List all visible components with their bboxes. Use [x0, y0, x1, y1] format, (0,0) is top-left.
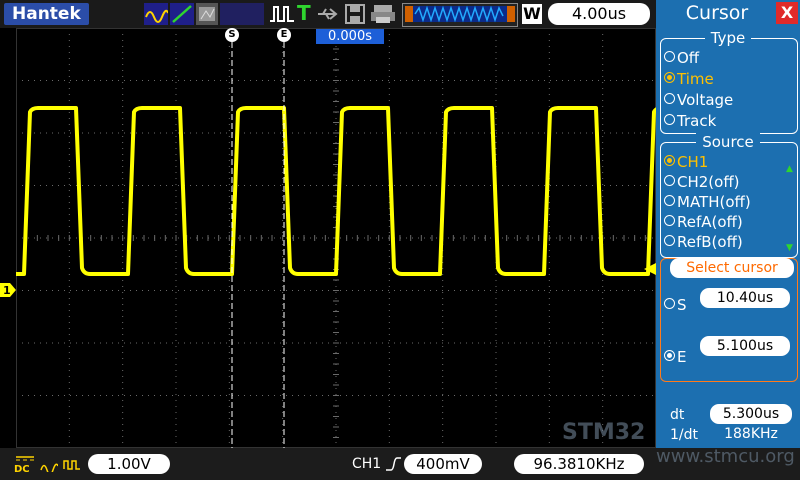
print-icon[interactable] — [370, 3, 396, 25]
type-option-time[interactable]: Time — [664, 70, 714, 88]
status-blank — [220, 3, 264, 25]
watermark-url: www.stmcu.org — [656, 446, 795, 467]
source-option-label: MATH(off) — [677, 193, 751, 211]
radio-icon — [664, 93, 675, 104]
cursor-e-tag[interactable]: E — [277, 28, 291, 42]
scroll-up-icon[interactable]: ▲ — [786, 164, 794, 174]
source-option-ch1[interactable]: CH1 — [664, 153, 708, 171]
trigger-source[interactable]: CH1 — [352, 456, 381, 472]
acquire-normal-icon[interactable] — [144, 3, 169, 25]
radio-selected-icon — [664, 350, 675, 361]
scope-display[interactable]: S E 0.000s — [16, 28, 656, 448]
cursor-s-label: S — [677, 296, 687, 314]
waveform-memory-icon — [402, 3, 518, 27]
cursor-s-value[interactable]: 10.40us — [700, 288, 790, 308]
source-legend: Source — [656, 133, 800, 151]
type-option-label: Track — [677, 112, 717, 130]
radio-icon — [664, 51, 675, 62]
source-option-refb[interactable]: RefB(off) — [664, 233, 743, 251]
coupling-dc-label: DC — [14, 464, 30, 475]
type-option-voltage[interactable]: Voltage — [664, 91, 733, 109]
cursor-menu-panel: Cursor X Type Off Time Voltage Track Sou… — [656, 0, 800, 448]
cursor-lines — [231, 42, 285, 448]
type-option-track[interactable]: Track — [664, 112, 716, 130]
frequency-readout: 96.3810KHz — [514, 454, 644, 474]
trigger-position-readout[interactable]: 0.000s — [316, 29, 384, 44]
dt-value: 5.300us — [710, 404, 792, 424]
radio-icon — [664, 235, 675, 246]
cursor-s-option[interactable]: S — [664, 296, 687, 314]
dt-label: dt — [670, 407, 685, 423]
type-option-label: Time — [677, 70, 714, 88]
cursor-e-option[interactable]: E — [664, 348, 686, 366]
type-option-off[interactable]: Off — [664, 49, 699, 67]
source-option-label: CH1 — [677, 153, 709, 171]
trigger-status-icon: T — [297, 1, 311, 25]
close-button[interactable]: X — [776, 2, 798, 24]
radio-selected-icon — [664, 155, 675, 166]
persistence-icon[interactable] — [196, 3, 218, 25]
inv-dt-value: 188KHz — [724, 426, 778, 442]
cursor-s-tag[interactable]: S — [225, 28, 239, 42]
panel-header: Cursor X — [656, 0, 800, 28]
type-legend: Type — [656, 29, 800, 47]
type-option-label: Off — [677, 49, 700, 67]
radio-selected-icon — [664, 72, 675, 83]
save-disk-icon[interactable] — [344, 3, 366, 25]
source-option-math[interactable]: MATH(off) — [664, 193, 751, 211]
mode-indicator: W — [522, 4, 542, 24]
display-vectors-icon[interactable] — [170, 3, 194, 25]
cursor-e-label: E — [677, 348, 687, 366]
radio-icon — [664, 114, 675, 125]
source-option-label: RefA(off) — [677, 213, 743, 231]
inv-dt-label: 1/dt — [670, 427, 698, 443]
watermark-text: STM32 — [562, 420, 646, 445]
select-cursor-legend: Select cursor — [670, 258, 794, 278]
usb-icon — [316, 3, 338, 25]
source-option-label: CH2(off) — [677, 173, 740, 191]
radio-icon — [664, 195, 675, 206]
top-status-bar: Hantek T W 4.00us — [0, 0, 656, 28]
brand-logo: Hantek — [4, 3, 89, 25]
radio-icon — [664, 298, 675, 309]
source-option-refa[interactable]: RefA(off) — [664, 213, 743, 231]
type-option-label: Voltage — [677, 91, 734, 109]
ch1-level-marker[interactable]: 1 — [0, 282, 16, 298]
source-option-label: RefB(off) — [677, 233, 743, 251]
bandwidth-limit-icon — [40, 457, 59, 476]
cursor-e-value[interactable]: 5.100us — [700, 336, 790, 356]
panel-title: Cursor — [685, 2, 749, 24]
coupling-dc-icon: DC — [14, 454, 36, 475]
source-option-ch2[interactable]: CH2(off) — [664, 173, 740, 191]
trigger-pulse-icon[interactable] — [268, 3, 296, 25]
ch1-volts-per-div[interactable]: 1.00V — [88, 454, 170, 474]
trigger-level-readout[interactable]: 400mV — [404, 454, 482, 474]
rising-edge-icon — [384, 456, 402, 472]
radio-icon — [664, 215, 675, 226]
timebase-readout[interactable]: 4.00us — [548, 3, 650, 25]
invert-icon — [62, 456, 82, 470]
scroll-down-icon[interactable]: ▼ — [786, 243, 794, 253]
radio-icon — [664, 175, 675, 186]
ch1-marker-label: 1 — [3, 284, 11, 297]
